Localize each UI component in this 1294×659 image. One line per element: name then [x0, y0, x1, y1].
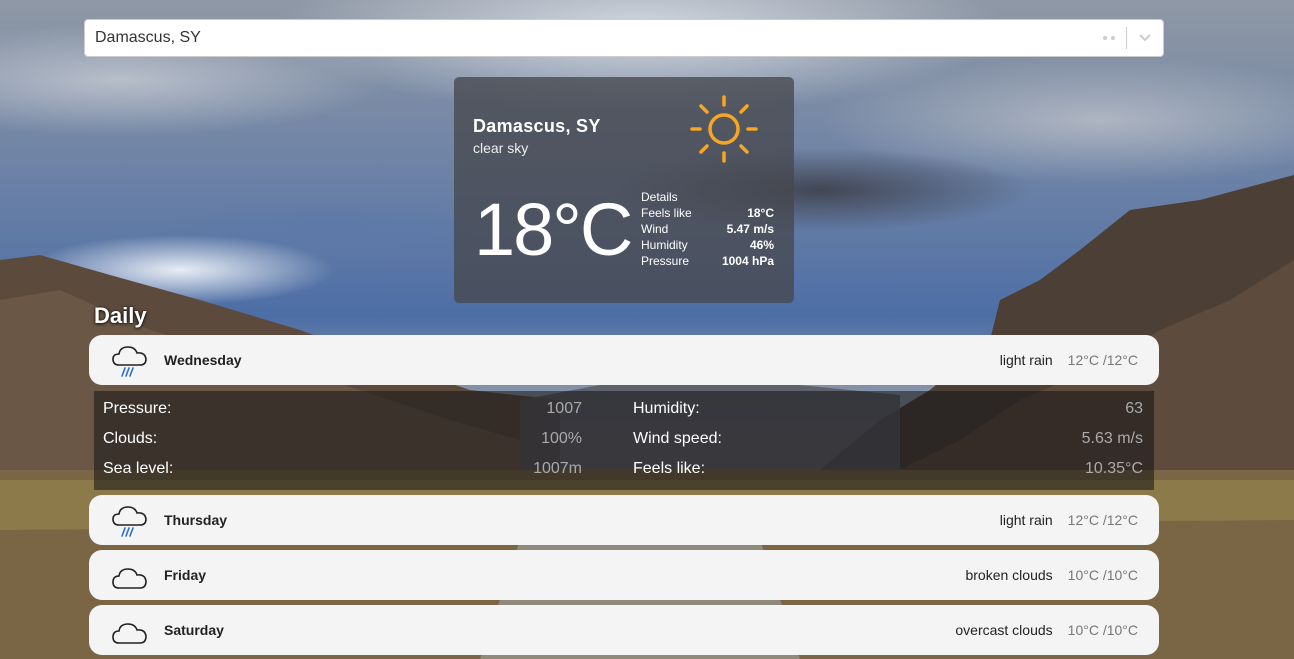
current-city: Damascus, SY [473, 116, 601, 136]
clouds-value: 100% [541, 430, 582, 447]
clouds-label: Clouds: [103, 430, 158, 447]
day-summary: light rain 12°C /12°C [1000, 352, 1138, 368]
current-temperature: 18°C [474, 188, 633, 271]
day-name: Saturday [164, 622, 224, 638]
day-temp-range: 12°C /12°C [1067, 352, 1138, 368]
sea-level-value: 1007m [533, 460, 582, 477]
day-summary: light rain 12°C /12°C [1000, 512, 1138, 528]
city-search-select[interactable]: Damascus, SY [84, 19, 1164, 57]
feels-like-value: 10.35°C [1085, 460, 1143, 477]
humidity-value: 63 [1125, 400, 1143, 417]
detail-label: Wind [641, 222, 669, 236]
dropdown-button[interactable] [1127, 33, 1163, 43]
cloud-icon [112, 623, 147, 644]
rain-cloud-icon [112, 346, 147, 377]
current-weather-card: Damascus, SY clear sky 18°C Details Feel… [454, 77, 794, 303]
select-indicators [1092, 20, 1163, 56]
day-condition: light rain [999, 512, 1053, 528]
details-title: Details [641, 190, 678, 204]
daily-heading: Daily [94, 303, 147, 328]
day-name: Wednesday [164, 352, 242, 368]
pressure-value: 1007 [546, 400, 582, 417]
details-title-row: Details [641, 189, 774, 205]
search-input[interactable]: Damascus, SY [85, 29, 1092, 47]
daily-item-details-panel: Pressure: 1007 Clouds: 100% Sea level: 1… [94, 391, 1154, 490]
pressure-label: Pressure: [103, 400, 172, 417]
day-summary: broken clouds 10°C /10°C [965, 567, 1138, 583]
detail-value: 5.47 m/s [726, 222, 774, 236]
day-temp-range: 12°C /12°C [1067, 512, 1138, 528]
day-temp-range: 10°C /10°C [1067, 622, 1138, 638]
detail-row-feels-like: Feels like 18°C [641, 205, 774, 221]
day-name: Thursday [164, 512, 228, 528]
day-summary: overcast clouds 10°C /10°C [955, 622, 1138, 638]
feels-like-label: Feels like: [633, 460, 706, 477]
sea-level-label: Sea level: [103, 460, 174, 477]
detail-label: Humidity [641, 238, 688, 252]
detail-value: 46% [749, 238, 774, 252]
cloud-icon [112, 568, 147, 589]
daily-item-friday[interactable]: Friday broken clouds 10°C /10°C [89, 550, 1159, 600]
detail-row-humidity: Humidity 46% [641, 237, 774, 253]
detail-value: 18°C [747, 206, 774, 220]
day-condition: light rain [999, 352, 1053, 368]
detail-row-pressure: Pressure 1004 hPa [641, 253, 774, 269]
detail-label: Feels like [641, 206, 692, 220]
chevron-down-icon [1139, 34, 1151, 42]
rain-cloud-icon [112, 506, 147, 537]
day-temp-range: 10°C /10°C [1067, 567, 1138, 583]
current-description: clear sky [473, 140, 529, 156]
loading-indicator-icon [1092, 36, 1126, 40]
daily-item-wednesday[interactable]: Wednesday light rain 12°C /12°C [89, 335, 1159, 385]
wind-speed-value: 5.63 m/s [1081, 430, 1143, 447]
day-condition: overcast clouds [955, 622, 1053, 638]
sun-icon [690, 95, 758, 163]
wind-speed-label: Wind speed: [633, 430, 722, 447]
day-condition: broken clouds [965, 567, 1053, 583]
current-details: Details Feels like 18°C Wind 5.47 m/s Hu… [641, 189, 774, 269]
daily-item-saturday[interactable]: Saturday overcast clouds 10°C /10°C [89, 605, 1159, 655]
humidity-label: Humidity: [633, 400, 700, 417]
detail-label: Pressure [641, 254, 690, 268]
day-name: Friday [164, 567, 207, 583]
detail-value: 1004 hPa [721, 254, 774, 268]
detail-row-wind: Wind 5.47 m/s [641, 221, 774, 237]
daily-item-thursday[interactable]: Thursday light rain 12°C /12°C [89, 495, 1159, 545]
